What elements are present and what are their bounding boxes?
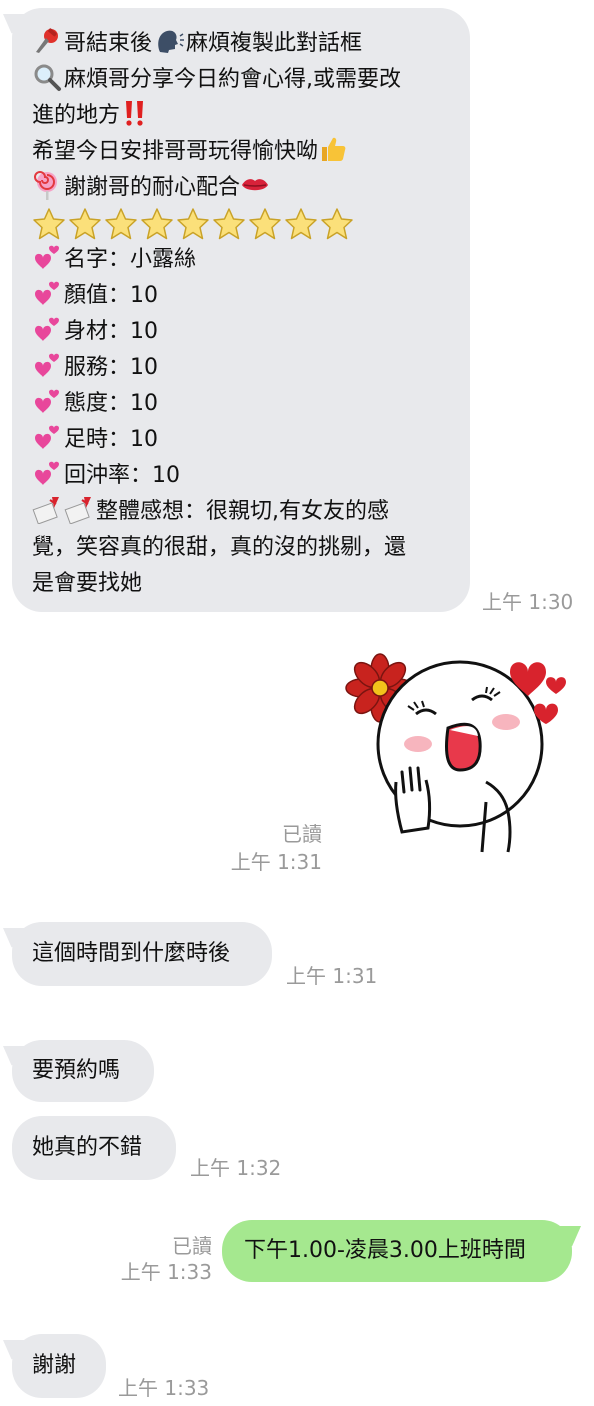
message-line: 希望今日安排哥哥玩得愉快呦 [32, 134, 470, 170]
star-icon [320, 206, 356, 242]
message-line: 是會要找她 [32, 566, 470, 602]
message-timestamp: 上午 1:33 [118, 1376, 210, 1400]
love-letter-icon [32, 494, 62, 524]
message-line: 態度：10 [32, 386, 470, 422]
message-text: 是會要找她 [32, 571, 143, 596]
message-text: 進的地方 [32, 103, 121, 128]
message-line: 整體感想：很親切,有女友的感 [32, 494, 470, 530]
message-timestamp: 上午 1:33 [120, 1260, 212, 1284]
sticker-image[interactable] [336, 652, 572, 876]
star-icon [212, 206, 248, 242]
message-timestamp: 上午 1:32 [190, 1156, 282, 1180]
message-text: 服務：10 [64, 355, 158, 380]
read-receipt: 已讀 [282, 822, 322, 846]
message-text: 她真的不錯 [32, 1135, 143, 1160]
message-text: 下午1.00-凌晨3.00上班時間 [244, 1238, 526, 1263]
incoming-message-bubble[interactable]: 要預約嗎 [12, 1040, 154, 1102]
two-hearts-icon [32, 458, 62, 488]
star-icon [68, 206, 104, 242]
message-line: 顏值：10 [32, 278, 470, 314]
message-line: 回沖率：10 [32, 458, 470, 494]
pushpin-icon [32, 26, 62, 56]
message-text: 謝謝哥的耐心配合 [64, 175, 241, 200]
message-timestamp: 上午 1:30 [482, 590, 574, 614]
message-line: 名字：小露絲 [32, 242, 470, 278]
message-line: 足時：10 [32, 422, 470, 458]
outgoing-message-bubble[interactable]: 下午1.00-凌晨3.00上班時間 [222, 1220, 572, 1282]
message-text: 顏值：10 [64, 283, 158, 308]
two-hearts-icon [32, 242, 62, 272]
message-text: 這個時間到什麼時後 [32, 941, 231, 966]
magnifying-glass-icon [32, 62, 62, 92]
two-hearts-icon [32, 350, 62, 380]
star-icon [248, 206, 284, 242]
rating-stars [32, 206, 470, 242]
message-text: 態度：10 [64, 391, 158, 416]
message-line: 哥結束後 麻煩複製此對話框 [32, 26, 470, 62]
message-line: 身材：10 [32, 314, 470, 350]
star-icon [284, 206, 320, 242]
message-line: 謝謝哥的耐心配合 [32, 170, 470, 206]
kiss-mark-icon [240, 170, 270, 200]
message-text: 名字：小露絲 [64, 247, 197, 272]
two-hearts-icon [32, 386, 62, 416]
love-letter-icon [64, 494, 94, 524]
star-icon [140, 206, 176, 242]
message-text: 整體感想：很親切,有女友的感 [96, 499, 389, 524]
message-text: 麻煩哥分享今日約會心得,或需要改 [64, 67, 401, 92]
message-text: 哥結束後 [64, 31, 153, 56]
incoming-message-bubble[interactable]: 這個時間到什麼時後 [12, 922, 272, 986]
message-text: 謝謝 [32, 1353, 77, 1378]
star-icon [32, 206, 68, 242]
message-text: 回沖率：10 [64, 463, 180, 488]
message-text: 足時：10 [64, 427, 158, 452]
two-hearts-icon [32, 278, 62, 308]
double-exclamation-icon [120, 98, 150, 128]
message-timestamp: 上午 1:31 [286, 964, 378, 988]
two-hearts-icon [32, 422, 62, 452]
message-text: 覺，笑容真的很甜，真的沒的挑剔，還 [32, 535, 407, 560]
message-text: 麻煩複製此對話框 [186, 31, 363, 56]
two-hearts-icon [32, 314, 62, 344]
message-text: 要預約嗎 [32, 1058, 121, 1083]
lollipop-icon [32, 170, 62, 200]
star-icon [104, 206, 140, 242]
message-line: 進的地方 [32, 98, 470, 134]
message-timestamp: 上午 1:31 [230, 850, 322, 874]
incoming-message-bubble[interactable]: 哥結束後 麻煩複製此對話框 麻煩哥分享今日約會心得,或需要改 進的地方 希望今日… [12, 8, 470, 612]
read-receipt: 已讀 [172, 1234, 212, 1258]
message-line: 服務：10 [32, 350, 470, 386]
star-icon [176, 206, 212, 242]
message-line: 覺，笑容真的很甜，真的沒的挑剔，還 [32, 530, 470, 566]
incoming-message-bubble[interactable]: 謝謝 [12, 1334, 106, 1398]
speaking-head-icon [154, 26, 185, 56]
message-line: 麻煩哥分享今日約會心得,或需要改 [32, 62, 470, 98]
thumbs-up-icon [318, 134, 348, 164]
message-text: 希望今日安排哥哥玩得愉快呦 [32, 139, 319, 164]
incoming-message-bubble[interactable]: 她真的不錯 [12, 1116, 176, 1180]
message-text: 身材：10 [64, 319, 158, 344]
